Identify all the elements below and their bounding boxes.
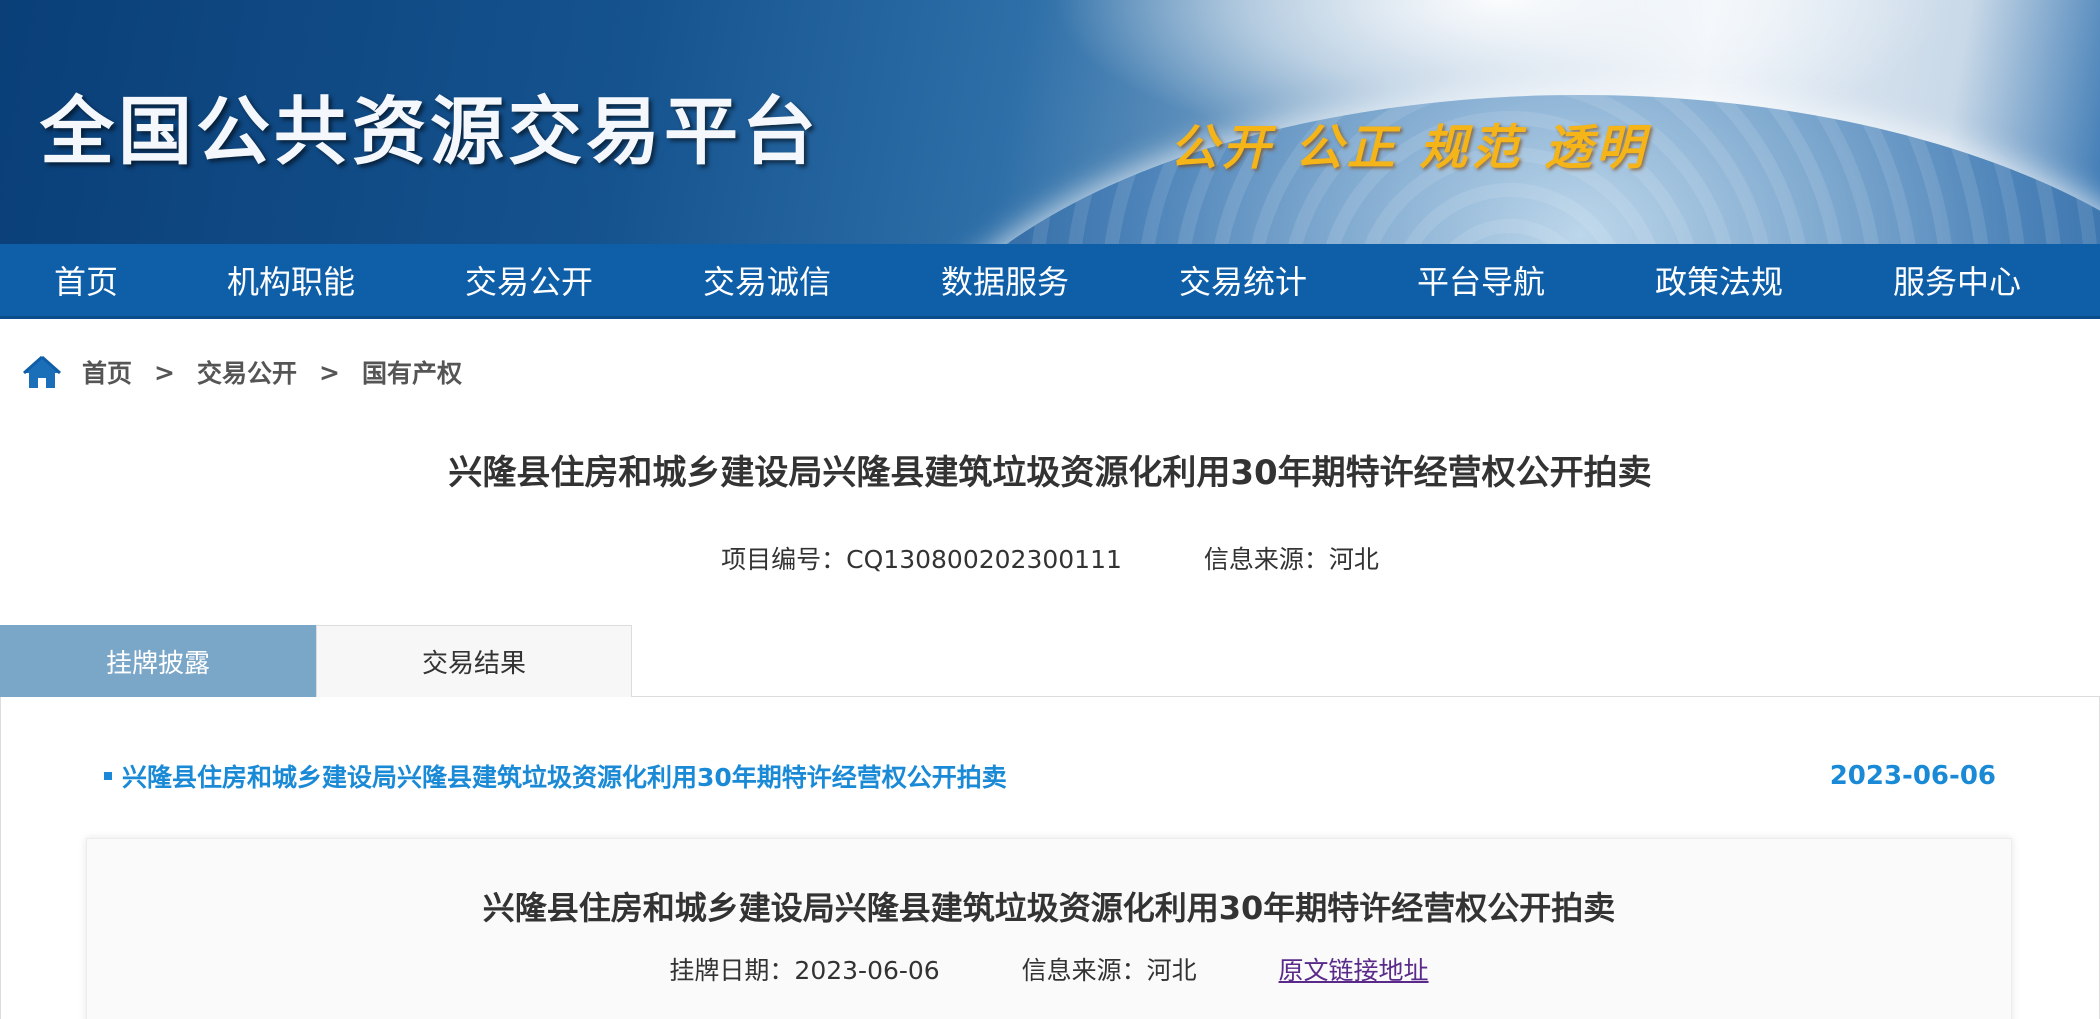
original-link[interactable]: 原文链接地址 [1279,956,1429,985]
breadcrumb-trading-public[interactable]: 交易公开 [197,354,297,390]
notice-link[interactable]: 兴隆县住房和城乡建设局兴隆县建筑垃圾资源化利用30年期特许经营权公开拍卖 [104,758,1007,794]
nav-item-policy[interactable]: 政策法规 [1600,257,1838,303]
nav-item-trading-credit[interactable]: 交易诚信 [648,257,886,303]
home-icon[interactable] [22,354,62,390]
header-banner: 全国公共资源交易平台 公开 公正 规范 透明 [0,0,2100,244]
breadcrumb-home[interactable]: 首页 [82,354,132,390]
bullet-icon [104,772,112,780]
breadcrumb-separator: > [318,357,340,387]
breadcrumb-state-property[interactable]: 国有产权 [362,354,462,390]
main-nav: 首页 机构职能 交易公开 交易诚信 数据服务 交易统计 平台导航 政策法规 服务… [0,244,2100,319]
tab-trade-result[interactable]: 交易结果 [316,625,632,697]
listing-date: 挂牌日期：2023-06-06 [669,956,940,985]
nav-item-platform-nav[interactable]: 平台导航 [1362,257,1600,303]
detail-title: 兴隆县住房和城乡建设局兴隆县建筑垃圾资源化利用30年期特许经营权公开拍卖 [482,889,1616,927]
nav-item-statistics[interactable]: 交易统计 [1124,257,1362,303]
project-source: 信息来源：河北 [1203,545,1379,574]
tab-bar: 挂牌披露 交易结果 [0,625,2100,697]
nav-item-home[interactable]: 首页 [0,257,172,303]
nav-item-data-service[interactable]: 数据服务 [886,257,1124,303]
detail-meta: 挂牌日期：2023-06-06 信息来源：河北 原文链接地址 [87,951,2011,987]
breadcrumb: 首页 > 交易公开 > 国有产权 [22,352,462,392]
slogan: 公开 公正 规范 透明 [1170,120,1649,176]
notice-title[interactable]: 兴隆县住房和城乡建设局兴隆县建筑垃圾资源化利用30年期特许经营权公开拍卖 [122,758,1007,794]
notice-date: 2023-06-06 [1829,761,1996,791]
nav-item-trading-public[interactable]: 交易公开 [410,257,648,303]
tab-listing-disclosure[interactable]: 挂牌披露 [0,625,316,697]
breadcrumb-separator: > [154,357,175,387]
project-code: 项目编号：CQ130800202300111 [721,545,1122,574]
page-title: 兴隆县住房和城乡建设局兴隆县建筑垃圾资源化利用30年期特许经营权公开拍卖 [448,453,1652,493]
nav-item-service-center[interactable]: 服务中心 [1838,257,2076,303]
detail-source: 信息来源：河北 [1021,956,1197,985]
project-meta: 项目编号：CQ130800202300111 信息来源：河北 [0,540,2100,576]
nav-item-functions[interactable]: 机构职能 [172,257,410,303]
notice-row: 兴隆县住房和城乡建设局兴隆县建筑垃圾资源化利用30年期特许经营权公开拍卖 202… [104,758,1996,794]
site-title: 全国公共资源交易平台 [40,89,820,175]
detail-card: 兴隆县住房和城乡建设局兴隆县建筑垃圾资源化利用30年期特许经营权公开拍卖 挂牌日… [86,838,2012,1019]
